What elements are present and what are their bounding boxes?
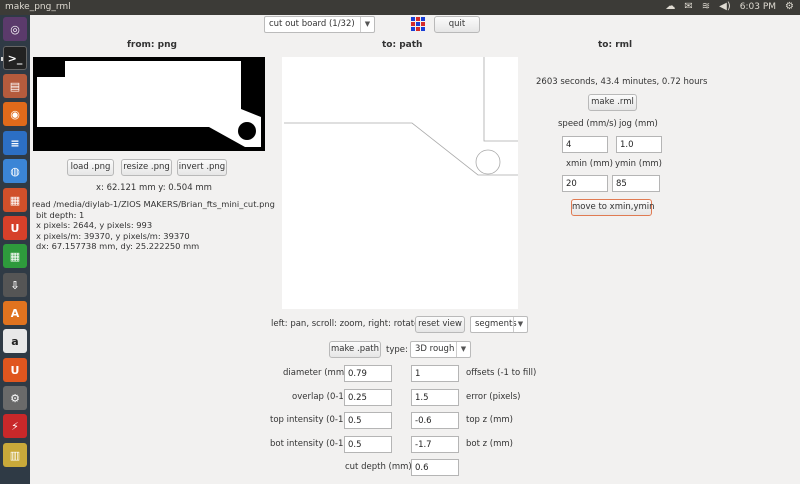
make-path-button[interactable]: make .path	[329, 341, 381, 358]
ymin-label: ymin (mm)	[615, 159, 662, 169]
chrome-icon[interactable]: ◍	[3, 159, 27, 183]
cloud-icon[interactable]: ☁	[665, 2, 675, 12]
chevron-down-icon: ▼	[456, 342, 470, 357]
diameter-field[interactable]	[344, 365, 392, 382]
grid-cell	[421, 17, 425, 21]
png-preview[interactable]	[33, 57, 265, 151]
type-label: type:	[386, 345, 408, 355]
top-intensity-field[interactable]	[344, 412, 392, 429]
top-panel: make_png_rml ☁ ✉ ≋ ◀) 6:03 PM ⚙	[0, 0, 800, 15]
launcher: ◎ >_ ▤ ◉ ≡ ◍ ▦ U ▦ ⇩ A a U ⚙ ⚡ ▥	[0, 15, 30, 484]
make-rml-button[interactable]: make .rml	[588, 94, 637, 111]
writer-icon[interactable]: ≡	[3, 131, 27, 155]
software-center-icon[interactable]: A	[3, 301, 27, 325]
grid-cell	[421, 27, 425, 31]
grid-cell	[421, 22, 425, 26]
type-select[interactable]: 3D rough ▼	[410, 341, 471, 358]
updater-icon[interactable]: ⇩	[3, 273, 27, 297]
error-field[interactable]	[411, 389, 459, 406]
invert-png-button[interactable]: invert .png	[177, 159, 227, 176]
ubuntu-dash-icon[interactable]: ◎	[3, 17, 27, 41]
grid-cell	[411, 27, 415, 31]
bot-z-field[interactable]	[411, 436, 459, 453]
from-png-header: from: png	[127, 40, 177, 50]
cut-depth-field[interactable]	[411, 459, 459, 476]
pdf-icon[interactable]: ▦	[3, 188, 27, 212]
ubuntu-one-icon[interactable]: U	[3, 216, 27, 240]
reset-view-button[interactable]: reset view	[415, 316, 465, 333]
overlap-label: overlap (0-1)	[292, 392, 348, 402]
jog-label: jog (mm)	[619, 119, 658, 129]
speed-label: speed (mm/s)	[558, 119, 617, 129]
app-window: cut out board (1/32) ▼ quit from: png to…	[30, 15, 800, 484]
ubuntu-one-music-icon[interactable]: U	[3, 358, 27, 382]
top-z-label: top z (mm)	[466, 415, 513, 425]
apps-grid-icon[interactable]	[411, 17, 425, 31]
chevron-down-icon: ▼	[360, 17, 374, 32]
to-path-header: to: path	[382, 40, 423, 50]
cut-depth-label: cut depth (mm)	[345, 462, 412, 472]
info-line: x pixels/m: 39370, y pixels/m: 39370	[36, 230, 190, 241]
view-mode-value: segments	[475, 319, 517, 329]
amazon-icon[interactable]: a	[3, 329, 27, 353]
files-icon[interactable]: ▤	[3, 74, 27, 98]
time-estimate: 2603 seconds, 43.4 minutes, 0.72 hours	[536, 77, 708, 87]
png-info: read /media/diylab-1/ZIOS MAKERS/Brian_f…	[32, 199, 275, 252]
process-select[interactable]: cut out board (1/32) ▼	[264, 16, 375, 33]
grid-cell	[411, 17, 415, 21]
cursor-coords: x: 62.121 mm y: 0.504 mm	[96, 183, 212, 193]
bot-z-label: bot z (mm)	[466, 439, 513, 449]
grid-cell	[411, 22, 415, 26]
ymin-field[interactable]	[612, 175, 660, 192]
info-line: dx: 67.157738 mm, dy: 25.222250 mm	[36, 241, 200, 252]
path-preview[interactable]	[282, 57, 518, 309]
bot-intensity-field[interactable]	[344, 436, 392, 453]
quit-button[interactable]: quit	[434, 16, 480, 33]
window-title: make_png_rml	[5, 2, 71, 12]
offsets-label: offsets (-1 to fill)	[466, 368, 537, 378]
png-preview-image	[33, 57, 265, 151]
type-value: 3D rough	[415, 344, 455, 354]
resize-png-button[interactable]: resize .png	[121, 159, 172, 176]
terminal-icon[interactable]: >_	[1, 46, 27, 70]
xmin-field[interactable]	[562, 175, 608, 192]
view-hint: left: pan, scroll: zoom, right: rotate	[271, 319, 420, 329]
firefox-icon[interactable]: ◉	[3, 102, 27, 126]
error-label: error (pixels)	[466, 392, 521, 402]
grid-cell	[416, 17, 420, 21]
power-icon[interactable]: ⚙	[785, 2, 794, 12]
info-line: x pixels: 2644, y pixels: 993	[36, 220, 153, 231]
speed-field[interactable]	[562, 136, 608, 153]
grid-cell	[416, 27, 420, 31]
move-to-xmin-ymin-button[interactable]: move to xmin,ymin	[571, 199, 655, 216]
fab-icon[interactable]: ⚡	[3, 414, 27, 438]
top-intensity-label: top intensity (0-1)	[270, 415, 347, 425]
workspace-icon[interactable]: ▥	[3, 443, 27, 467]
calc-icon[interactable]: ▦	[3, 244, 27, 268]
clock[interactable]: 6:03 PM	[740, 2, 776, 12]
process-select-value: cut out board (1/32)	[269, 19, 355, 29]
view-mode-select[interactable]: segments ▼	[470, 316, 528, 333]
to-rml-header: to: rml	[598, 40, 633, 50]
info-line: read /media/diylab-1/ZIOS MAKERS/Brian_f…	[32, 199, 275, 209]
system-tray: ☁ ✉ ≋ ◀) 6:03 PM ⚙	[665, 2, 794, 13]
top-z-field[interactable]	[411, 412, 459, 429]
wifi-icon[interactable]: ≋	[702, 2, 710, 12]
mail-icon[interactable]: ✉	[684, 2, 692, 12]
bot-intensity-label: bot intensity (0-1)	[270, 439, 347, 449]
path-preview-canvas	[284, 57, 518, 176]
load-png-button[interactable]: load .png	[67, 159, 114, 176]
diameter-label: diameter (mm)	[283, 368, 348, 378]
info-line: bit depth: 1	[36, 209, 85, 220]
overlap-field[interactable]	[344, 389, 392, 406]
jog-field[interactable]	[616, 136, 662, 153]
grid-cell	[416, 22, 420, 26]
volume-icon[interactable]: ◀)	[719, 2, 731, 12]
offsets-field[interactable]	[411, 365, 459, 382]
chevron-down-icon: ▼	[513, 317, 527, 332]
xmin-label: xmin (mm)	[566, 159, 613, 169]
settings-icon[interactable]: ⚙	[3, 386, 27, 410]
